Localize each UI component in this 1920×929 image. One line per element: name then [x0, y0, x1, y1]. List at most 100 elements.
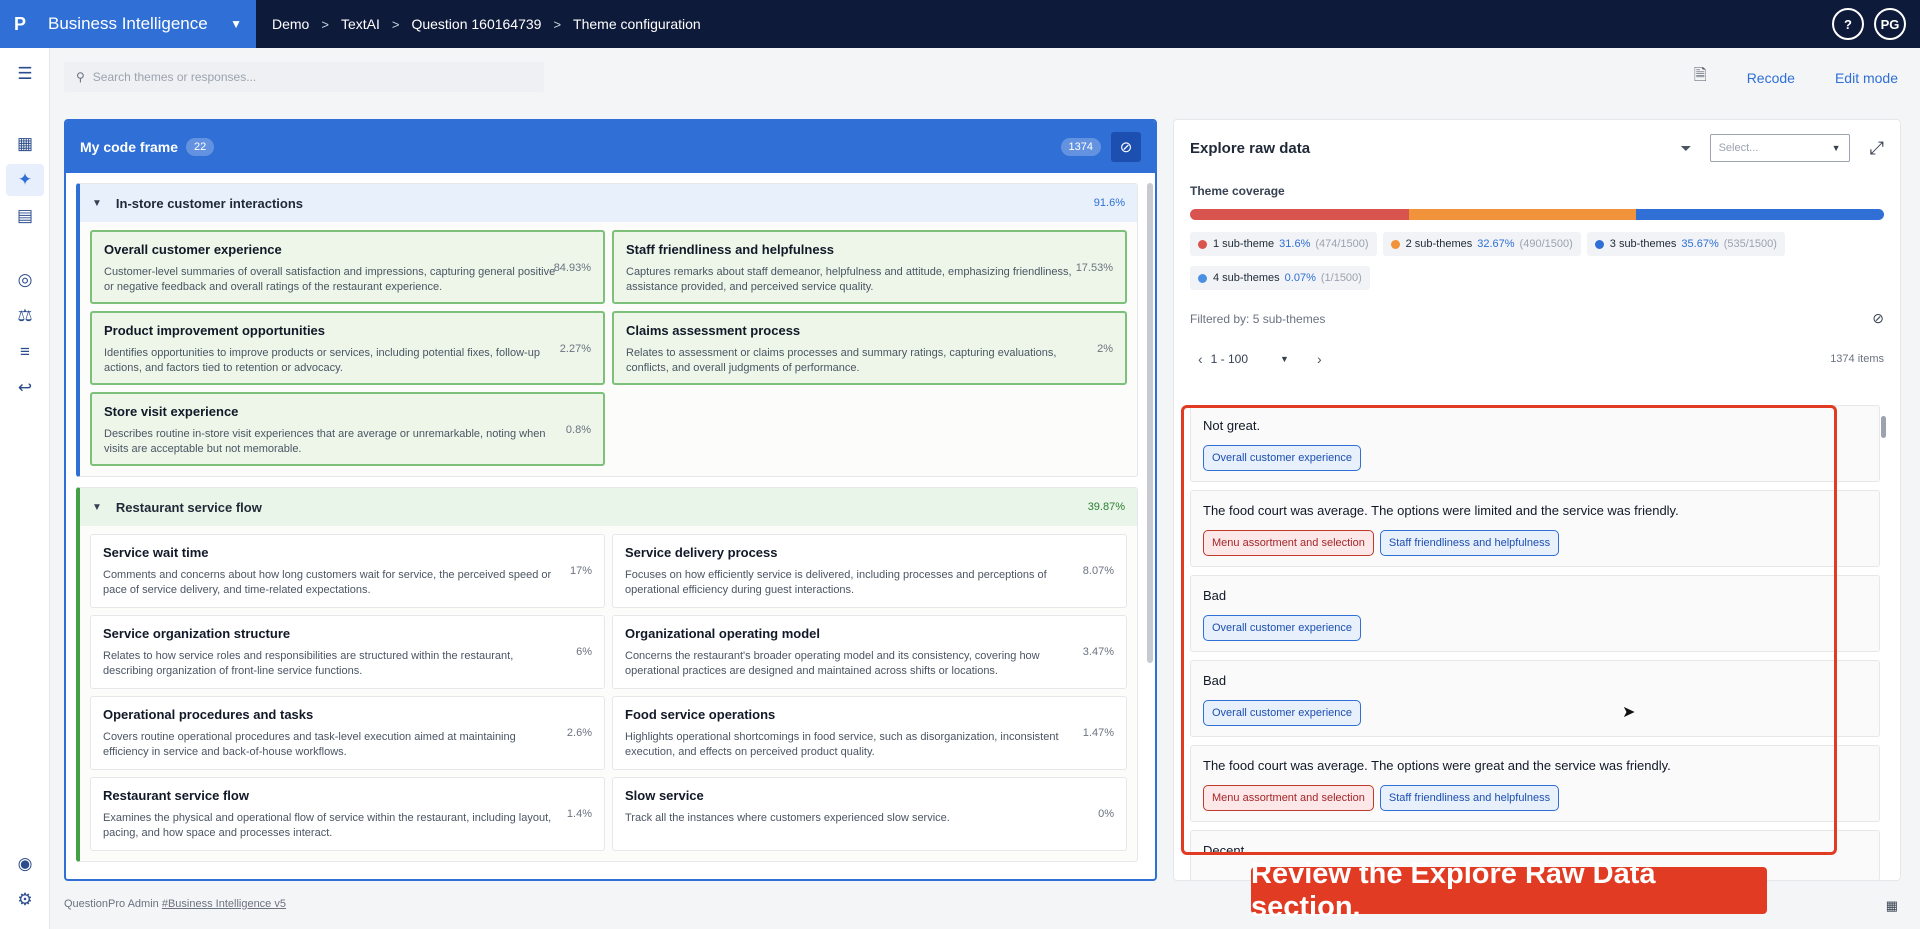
analysis-icon[interactable]: ◎ — [13, 268, 37, 292]
sub-theme-title: Store visit experience — [104, 404, 239, 419]
sub-theme-pct: 2% — [1097, 343, 1113, 355]
page-range[interactable]: 1 - 100 — [1211, 352, 1248, 366]
settings-icon[interactable]: ⚙ — [13, 888, 37, 912]
theme-tag[interactable]: Overall customer experience — [1203, 445, 1362, 471]
sub-theme-card[interactable]: Slow service Track all the instances whe… — [612, 777, 1127, 851]
help-button[interactable]: ? — [1832, 8, 1864, 40]
sub-theme-card[interactable]: Claims assessment process Relates to ass… — [612, 311, 1127, 385]
response-text: The food court was average. The options … — [1203, 758, 1671, 773]
theme-tag[interactable]: Staff friendliness and helpfulness — [1379, 785, 1560, 811]
sub-theme-card[interactable]: Service delivery process Focuses on how … — [612, 534, 1127, 608]
sub-theme-pct: 2.27% — [559, 343, 591, 355]
sub-theme-card[interactable]: Food service operations Highlights opera… — [612, 696, 1127, 770]
toolbar: 🗎 Recode Edit mode — [1694, 64, 1898, 91]
sub-theme-card[interactable]: Staff friendliness and helpfulness Captu… — [612, 230, 1127, 304]
sub-theme-title: Overall customer experience — [104, 242, 282, 257]
top-bar: P Business Intelligence ▼ Demo > TextAI … — [0, 0, 1920, 48]
scrollbar[interactable] — [1881, 416, 1886, 438]
sub-theme-pct: 1.47% — [1082, 727, 1114, 739]
clear-filter-button[interactable]: ⊘ — [1111, 132, 1141, 162]
sub-theme-card[interactable]: Overall customer experience Customer-lev… — [90, 230, 605, 304]
footer-link[interactable]: #Business Intelligence v5 — [162, 898, 286, 910]
sub-theme-desc: Focuses on how efficiently service is de… — [625, 569, 1047, 596]
theme-select[interactable]: Select... ▼ — [1709, 134, 1850, 162]
filter-icon[interactable]: ⏷ — [1680, 140, 1691, 157]
menu-icon[interactable]: ☰ — [13, 62, 37, 86]
sub-theme-card[interactable]: Service wait time Comments and concerns … — [90, 534, 605, 608]
coverage-segment — [1635, 209, 1884, 220]
textai-icon[interactable]: ✦ — [6, 164, 44, 196]
sub-theme-desc: Relates to assessment or claims processe… — [626, 347, 1057, 374]
app-name: Business Intelligence — [48, 14, 208, 33]
legend-dot-icon — [1198, 239, 1207, 249]
theme-tag[interactable]: Menu assortment and selection — [1203, 530, 1374, 556]
keyboard-icon[interactable]: ▦ — [1886, 898, 1898, 914]
coverage-legend: 1 sub-theme 31.6% (474/1500) 2 sub-themes 32… — [1174, 220, 1874, 290]
footer: QuestionPro Admin #Business Intelligence… — [64, 898, 286, 910]
search-placeholder: Search themes or responses... — [92, 70, 257, 84]
response-item[interactable]: Not great. Overall customer experience — [1190, 405, 1880, 482]
document-icon[interactable]: 🗎 — [1694, 64, 1707, 91]
user-avatar[interactable]: PG — [1874, 8, 1906, 40]
app-switcher[interactable]: P Business Intelligence ▼ — [0, 0, 256, 48]
response-text: Bad — [1203, 588, 1227, 603]
chevron-down-icon: ▼ — [230, 17, 242, 31]
coverage-label: 3 sub-themes — [1609, 238, 1677, 250]
sub-theme-card[interactable]: Organizational operating model Concerns … — [612, 615, 1127, 689]
account-icon[interactable]: ◉ — [13, 852, 37, 876]
breadcrumb-item[interactable]: Question 160164739 — [411, 16, 541, 32]
coverage-chip[interactable]: 2 sub-themes 32.67% (490/1500) — [1382, 232, 1581, 256]
response-item[interactable]: The food court was average. The options … — [1190, 745, 1880, 822]
balance-icon[interactable]: ⚖ — [13, 304, 37, 328]
scrollbar[interactable] — [1147, 183, 1153, 663]
coverage-chip[interactable]: 1 sub-theme 31.6% (474/1500) — [1190, 232, 1377, 256]
code-frame-header: My code frame 22 1374 ⊘ — [66, 121, 1155, 173]
sub-theme-card[interactable]: Operational procedures and tasks Covers … — [90, 696, 605, 770]
response-item[interactable]: Bad Overall customer experience — [1190, 575, 1880, 652]
theme-tag[interactable]: Staff friendliness and helpfulness — [1379, 530, 1560, 556]
sub-theme-desc: Identifies opportunities to improve prod… — [104, 347, 540, 374]
response-item[interactable]: The food court was average. The options … — [1190, 490, 1880, 567]
sub-theme-pct: 84.93% — [553, 262, 591, 274]
back-icon[interactable]: ↩ — [13, 376, 37, 400]
coverage-chip[interactable]: 4 sub-themes 0.07% (1/1500) — [1190, 266, 1370, 290]
recode-button[interactable]: Recode — [1747, 70, 1795, 86]
breadcrumb-item[interactable]: Demo — [272, 16, 309, 32]
chevron-down-icon[interactable]: ▼ — [1280, 354, 1289, 364]
pagination: ‹ 1 - 100 ▼ › 1374 items — [1174, 327, 1900, 367]
theme-tag[interactable]: Menu assortment and selection — [1203, 785, 1374, 811]
sub-theme-card[interactable]: Service organization structure Relates t… — [90, 615, 605, 689]
chevron-down-icon: ▼ — [1831, 143, 1841, 153]
chevron-down-icon[interactable]: ▼ — [92, 502, 102, 513]
app-logo: P — [14, 13, 27, 34]
breadcrumb-current: Theme configuration — [573, 16, 701, 32]
expand-icon[interactable]: ⤢ — [1870, 138, 1884, 159]
chevron-down-icon[interactable]: ▼ — [92, 198, 102, 209]
dashboard-icon[interactable]: ▦ — [13, 132, 37, 156]
response-text: Decent — [1203, 843, 1245, 858]
theme-group-header[interactable]: ▼ Restaurant service flow 39.87% — [80, 488, 1137, 526]
breadcrumb-item[interactable]: TextAI — [341, 16, 380, 32]
footer-prefix: QuestionPro Admin — [64, 898, 159, 910]
sub-theme-card[interactable]: Store visit experience Describes routine… — [90, 392, 605, 466]
theme-group: ▼ Restaurant service flow 39.87% Service… — [76, 487, 1138, 862]
report-icon[interactable]: ▤ — [13, 204, 37, 228]
prev-page-icon[interactable]: ‹ — [1198, 351, 1203, 367]
edit-mode-button[interactable]: Edit mode — [1835, 70, 1898, 86]
theme-group-header[interactable]: ▼ In-store customer interactions 91.6% — [80, 184, 1137, 222]
sub-theme-card[interactable]: Restaurant service flow Examines the phy… — [90, 777, 605, 851]
coverage-chip[interactable]: 3 sub-themes 35.67% (535/1500) — [1586, 232, 1785, 256]
coverage-count: (1/1500) — [1320, 272, 1362, 284]
response-item[interactable]: Bad Overall customer experience — [1190, 660, 1880, 737]
next-page-icon[interactable]: › — [1317, 351, 1322, 367]
sub-theme-desc: Covers routine operational procedures an… — [103, 731, 516, 758]
theme-tag[interactable]: Overall customer experience — [1203, 615, 1362, 641]
response-list: Not great. Overall customer experience The… — [1190, 405, 1880, 880]
clear-filter-icon[interactable]: ⊘ — [1872, 310, 1884, 327]
sub-theme-pct: 17.53% — [1075, 262, 1113, 274]
theme-tag[interactable]: Overall customer experience — [1203, 700, 1362, 726]
search-input[interactable]: ⚲ Search themes or responses... — [64, 62, 544, 92]
list-icon[interactable]: ≡ — [13, 340, 37, 364]
sub-theme-card[interactable]: Product improvement opportunities Identi… — [90, 311, 605, 385]
theme-group: ▼ In-store customer interactions 91.6% O… — [76, 183, 1138, 477]
